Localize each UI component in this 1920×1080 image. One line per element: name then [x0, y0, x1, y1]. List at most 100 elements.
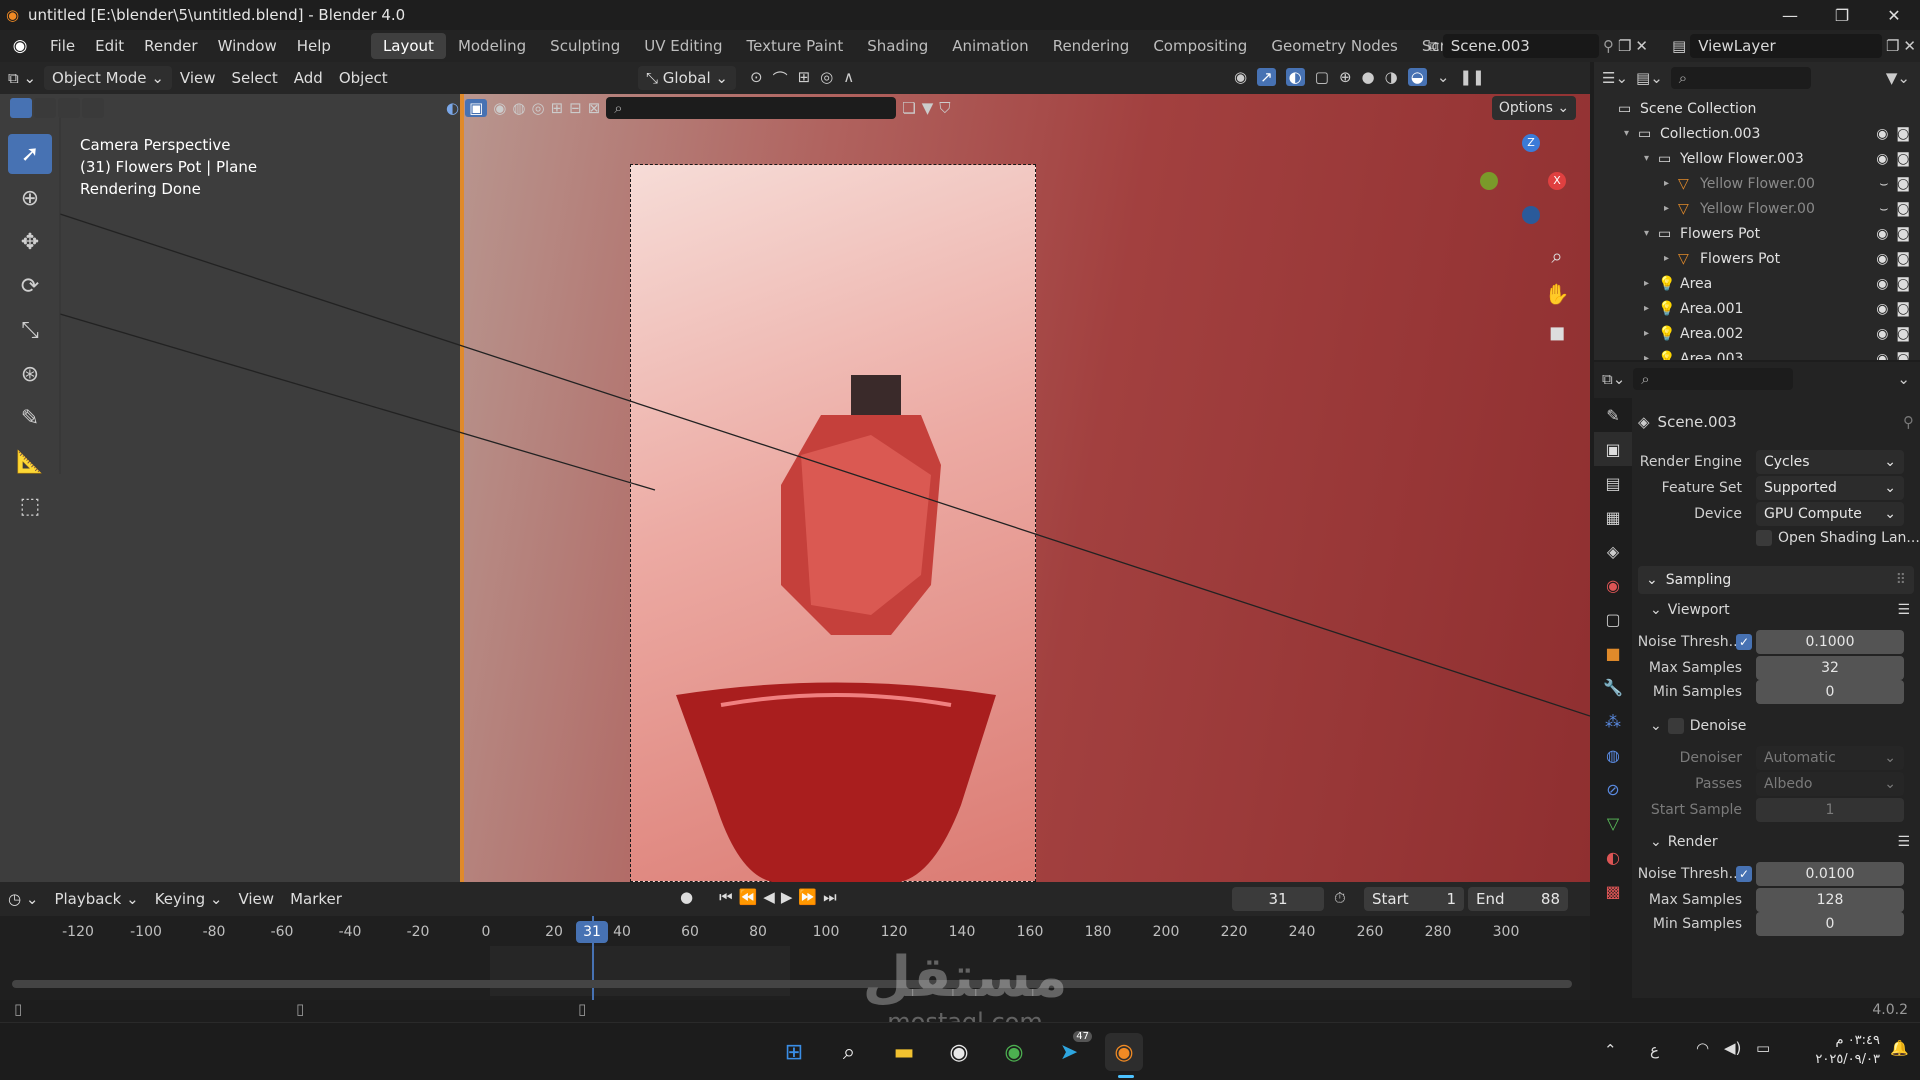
visibility-icon[interactable]: ◉: [1234, 68, 1247, 86]
expand-arrow-icon[interactable]: ▸: [1664, 203, 1678, 214]
gizmo-y-axis[interactable]: [1480, 172, 1498, 190]
menu-keying[interactable]: Keying ⌄: [147, 887, 231, 911]
falloff-icon[interactable]: ∧: [843, 68, 854, 89]
menu-render[interactable]: Render: [134, 37, 207, 55]
expand-arrow-icon[interactable]: ▾: [1644, 228, 1658, 239]
outliner-row[interactable]: ▾ ▭ Collection.003 ◉ ◙: [1594, 121, 1920, 146]
viewport-subpanel-header[interactable]: ⌄ Viewport ☰: [1650, 598, 1914, 622]
prev-keyframe-icon[interactable]: ⏪: [739, 888, 758, 906]
zoom-icon[interactable]: ⌕: [1540, 244, 1574, 282]
pin-icon[interactable]: ⚲: [1603, 37, 1614, 55]
battery-icon[interactable]: ▭: [1756, 1039, 1770, 1057]
expand-arrow-icon[interactable]: ▾: [1644, 153, 1658, 164]
render-tab-icon[interactable]: ▣: [1594, 432, 1632, 466]
vp-max-field[interactable]: 32: [1756, 656, 1904, 680]
expand-arrow-icon[interactable]: ▾: [1624, 128, 1638, 139]
feature-set-dropdown[interactable]: Supported ⌄: [1756, 476, 1904, 500]
display-mode-icon[interactable]: ▤⌄: [1636, 69, 1663, 87]
expand-arrow-icon[interactable]: ▸: [1664, 253, 1678, 264]
xray-icon[interactable]: ▢: [1315, 68, 1329, 86]
play-icon[interactable]: ▶: [781, 888, 793, 906]
telegram-icon[interactable]: ➤ 47: [1050, 1031, 1092, 1071]
sampling-panel-header[interactable]: ⌄ Sampling ⠿: [1638, 566, 1914, 594]
snap-target-icon[interactable]: ⊞: [798, 68, 811, 89]
chrome-icon[interactable]: ◉: [940, 1033, 978, 1071]
stopwatch-icon[interactable]: ⏱: [1334, 889, 1346, 907]
pause-render-icon[interactable]: ❚❚: [1459, 68, 1484, 86]
render-camera-icon[interactable]: ◙: [1896, 351, 1910, 361]
scene-field[interactable]: Scene.003: [1442, 34, 1599, 58]
new-scene-icon[interactable]: ❐: [1618, 37, 1631, 55]
pivot-icon[interactable]: ⊙: [750, 68, 763, 89]
wifi-icon[interactable]: ◠: [1696, 1039, 1709, 1057]
visibility-eye-icon[interactable]: ◉: [1876, 226, 1888, 242]
tool-tab-icon[interactable]: ✎: [1594, 398, 1632, 432]
filter-icon-5[interactable]: ⊟: [569, 99, 582, 117]
menu-select[interactable]: Select: [224, 66, 286, 90]
presets-icon[interactable]: ☰: [1897, 602, 1910, 618]
rendered-shading-icon[interactable]: ◒: [1407, 68, 1427, 86]
move-tool-icon[interactable]: ✥: [8, 222, 52, 262]
properties-editor[interactable]: ⧉⌄ ⌕ ⌄ ✎ ▣ ▤ ▦ ◈ ◉ ▢ ■ 🔧 ⁂ ◍ ⊘ ▽ ◐ ▩ ◈ S…: [1594, 362, 1920, 998]
measure-tool-icon[interactable]: 📐: [8, 442, 52, 482]
proportional-edit-icon[interactable]: ◎: [820, 68, 833, 89]
filter-icon-2[interactable]: ◍: [512, 99, 525, 117]
r-max-field[interactable]: 128: [1756, 888, 1904, 912]
tab-layout[interactable]: Layout: [370, 33, 446, 59]
play-reverse-icon[interactable]: ◀: [763, 888, 775, 906]
output-tab-icon[interactable]: ▤: [1594, 466, 1632, 500]
expand-arrow-icon[interactable]: ▸: [1644, 278, 1658, 289]
options-dropdown[interactable]: Options ⌄: [1492, 96, 1576, 120]
gizmo-toggle-icon[interactable]: ↗: [1257, 68, 1276, 86]
r-noise-checkbox[interactable]: ✓: [1736, 866, 1752, 882]
visibility-eye-icon[interactable]: ⌣: [1879, 201, 1888, 217]
properties-options-icon[interactable]: ⌄: [1897, 370, 1910, 388]
shield-icon[interactable]: ⛉: [939, 99, 950, 117]
render-camera-icon[interactable]: ◙: [1896, 326, 1910, 342]
render-camera-icon[interactable]: ◙: [1896, 226, 1910, 242]
cursor-tool-icon[interactable]: ⊕: [8, 178, 52, 218]
menu-timeline-view[interactable]: View: [230, 887, 282, 911]
outliner-editor-icon[interactable]: ☰⌄: [1602, 69, 1628, 87]
modifier-tab-icon[interactable]: 🔧: [1594, 670, 1632, 704]
outliner-search-input[interactable]: ⌕: [1670, 67, 1811, 89]
view-layer-field[interactable]: ViewLayer: [1690, 34, 1882, 58]
r-noise-field[interactable]: 0.0100: [1756, 862, 1904, 886]
add-cube-tool-icon[interactable]: ⬚: [8, 486, 52, 526]
particles-tab-icon[interactable]: ⁂: [1594, 704, 1632, 738]
delete-scene-icon[interactable]: ✕: [1635, 37, 1648, 55]
next-keyframe-icon[interactable]: ⏩: [798, 888, 817, 906]
minimize-button[interactable]: —: [1764, 0, 1816, 30]
device-dropdown[interactable]: GPU Compute ⌄: [1756, 502, 1904, 526]
render-camera-icon[interactable]: ◙: [1896, 151, 1910, 167]
menu-edit[interactable]: Edit: [85, 37, 134, 55]
outliner-filter-icon[interactable]: ▼⌄: [1886, 69, 1910, 87]
render-camera-icon[interactable]: ◙: [1896, 251, 1910, 267]
tab-geometry-nodes[interactable]: Geometry Nodes: [1259, 33, 1410, 59]
tray-chevron-up-icon[interactable]: ⌃: [1604, 1041, 1617, 1059]
menu-add[interactable]: Add: [286, 66, 331, 90]
visibility-eye-icon[interactable]: ◉: [1876, 326, 1888, 342]
annotate-tool-icon[interactable]: ✎: [8, 398, 52, 438]
render-pass-icon[interactable]: ◐: [446, 99, 459, 117]
select-box-icon[interactable]: ▣: [465, 99, 488, 117]
select-extend-icon[interactable]: [34, 98, 56, 118]
camera-view-icon[interactable]: ◼: [1540, 320, 1574, 358]
windows-start-icon[interactable]: ⊞: [775, 1033, 813, 1071]
view-layer-tab-icon[interactable]: ▦: [1594, 500, 1632, 534]
expand-arrow-icon[interactable]: ▸: [1644, 353, 1658, 360]
physics-tab-icon[interactable]: ◍: [1594, 738, 1632, 772]
visibility-eye-icon[interactable]: ◉: [1876, 276, 1888, 292]
expand-arrow-icon[interactable]: ▸: [1644, 328, 1658, 339]
viewport-search-input[interactable]: ⌕: [606, 97, 897, 119]
menu-marker[interactable]: Marker: [282, 887, 350, 911]
outliner-row[interactable]: ▸ ▽ Yellow Flower.00 ⌣ ◙: [1594, 171, 1920, 196]
transform-tool-icon[interactable]: ⊛: [8, 354, 52, 394]
jump-end-icon[interactable]: ⏭: [823, 888, 837, 906]
select-intersect-icon[interactable]: [82, 98, 104, 118]
outliner-row[interactable]: ▸ 💡 Area.002 ◉ ◙: [1594, 321, 1920, 346]
notifications-icon[interactable]: 🔔: [1890, 1039, 1909, 1057]
tab-texture-paint[interactable]: Texture Paint: [734, 33, 855, 59]
vp-min-field[interactable]: 0: [1756, 680, 1904, 704]
outliner-row[interactable]: ▸ ▽ Yellow Flower.00 ⌣ ◙: [1594, 196, 1920, 221]
